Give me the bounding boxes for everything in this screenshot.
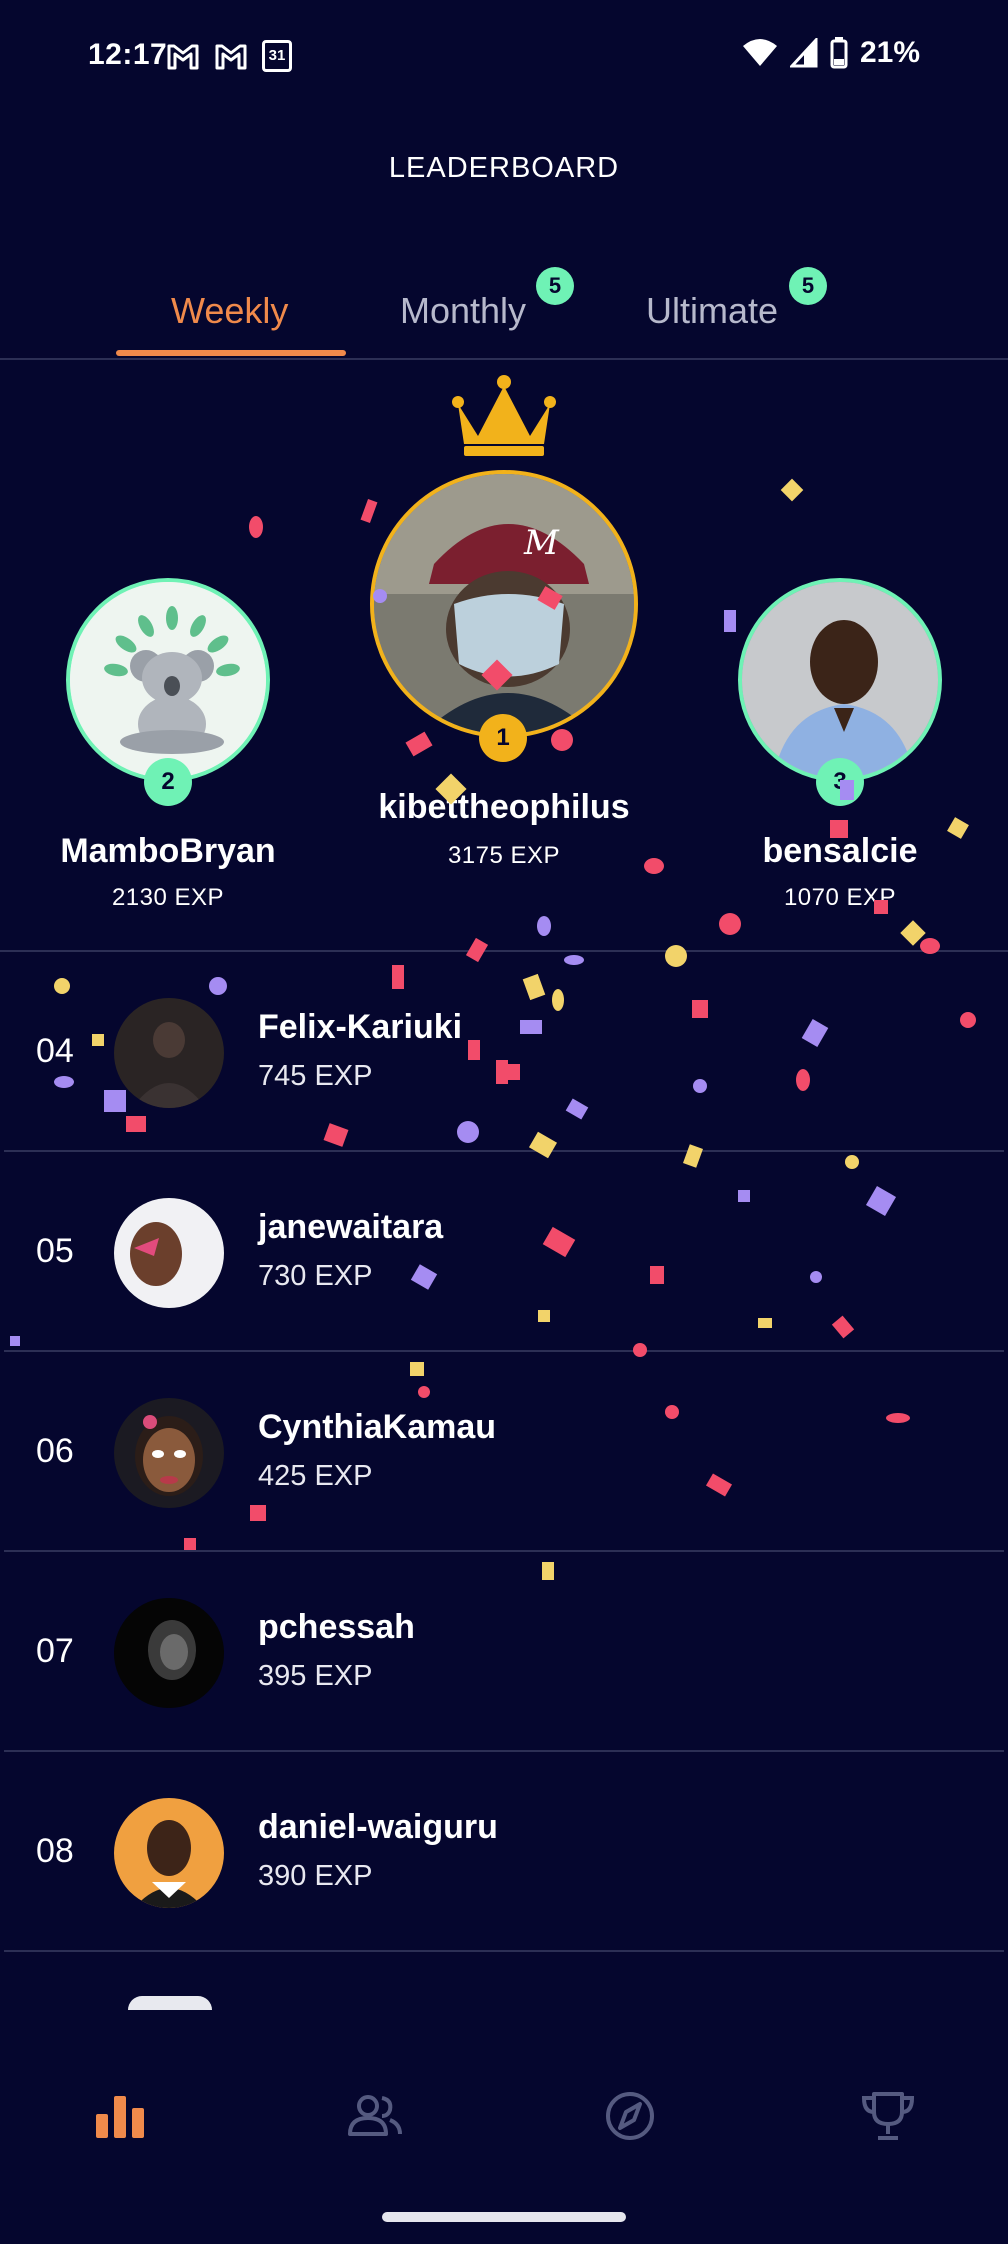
notification-icons: 31 (166, 40, 292, 72)
tab-active-indicator (116, 350, 346, 356)
profile-photo (742, 582, 938, 778)
status-bar: 12:17 31 21% (0, 0, 1008, 112)
rank-badge-first: 1 (479, 714, 527, 762)
row-username: Felix-Kariuki (258, 1008, 463, 1046)
row-rank: 04 (36, 1032, 74, 1070)
avatar (128, 1996, 212, 2010)
row-rank: 05 (36, 1232, 74, 1270)
table-row[interactable]: 05 janewaitara 730 EXP (4, 1152, 1004, 1352)
row-exp: 425 EXP (258, 1460, 373, 1492)
wifi-icon (742, 39, 777, 66)
ultimate-badge: 5 (789, 267, 827, 305)
avatar (114, 1598, 224, 1708)
row-username: pchessah (258, 1608, 415, 1646)
third-place-exp: 1070 EXP (783, 884, 897, 911)
row-rank: 06 (36, 1432, 74, 1470)
tab-monthly[interactable]: Monthly (400, 290, 526, 332)
tab-weekly[interactable]: Weekly (171, 290, 288, 332)
table-row[interactable]: 06 CynthiaKamau 425 EXP (4, 1352, 1004, 1552)
row-exp: 745 EXP (258, 1060, 373, 1092)
battery-icon (830, 37, 848, 69)
crown-icon (452, 375, 556, 456)
third-place-name: bensalcie (762, 832, 918, 870)
bottom-navigation (0, 2010, 1008, 2244)
tab-ultimate[interactable]: Ultimate (646, 290, 778, 332)
row-rank: 07 (36, 1632, 74, 1670)
avatar (114, 998, 224, 1108)
second-place-name: MamboBryan (60, 832, 276, 870)
cell-signal-icon (789, 38, 818, 68)
trophy-icon[interactable] (858, 2086, 918, 2146)
second-place-avatar[interactable] (66, 578, 270, 782)
third-place-avatar[interactable] (738, 578, 942, 782)
row-username: daniel-waiguru (258, 1808, 498, 1846)
profile-photo: M (374, 474, 634, 734)
status-time: 12:17 (88, 38, 168, 71)
table-row[interactable]: 04 Felix-Kariuki 745 EXP (4, 952, 1004, 1152)
leaderboard-list: 04 Felix-Kariuki 745 EXP 05 janewaitara … (0, 952, 1008, 1952)
row-rank: 08 (36, 1832, 74, 1870)
people-icon[interactable] (344, 2086, 404, 2146)
svg-text:M: M (523, 523, 560, 563)
second-place-exp: 2130 EXP (111, 884, 225, 911)
avatar (114, 1398, 224, 1508)
row-exp: 390 EXP (258, 1860, 373, 1892)
first-place-exp: 3175 EXP (447, 842, 561, 869)
battery-percent: 21% (859, 36, 920, 69)
avatar (114, 1198, 224, 1308)
podium: M 1 kibettheophilus 3175 EXP 2 MamboBrya… (0, 362, 1008, 952)
avatar (114, 1798, 224, 1908)
row-username: CynthiaKamau (258, 1408, 497, 1446)
rank-badge-third: 3 (816, 758, 864, 806)
gmail-icon (167, 44, 199, 70)
first-place-avatar[interactable]: M (370, 470, 638, 738)
row-username: janewaitara (258, 1208, 444, 1246)
page-title: LEADERBOARD (388, 152, 620, 184)
home-indicator[interactable] (382, 2212, 626, 2222)
tab-bar: Weekly Monthly 5 Ultimate 5 (0, 250, 1008, 360)
monthly-badge: 5 (536, 267, 574, 305)
table-row[interactable]: 08 daniel-waiguru 390 EXP (4, 1752, 1004, 1952)
calendar-icon: 31 (262, 40, 292, 72)
row-exp: 395 EXP (258, 1660, 373, 1692)
first-place-name: kibettheophilus (378, 788, 630, 826)
rank-badge-second: 2 (144, 758, 192, 806)
table-row[interactable]: 07 pchessah 395 EXP (4, 1552, 1004, 1752)
row-exp: 730 EXP (258, 1260, 373, 1292)
compass-icon[interactable] (600, 2086, 660, 2146)
leaderboard-icon[interactable] (90, 2086, 150, 2146)
koala-avatar (70, 582, 266, 778)
gmail-icon (215, 44, 247, 70)
